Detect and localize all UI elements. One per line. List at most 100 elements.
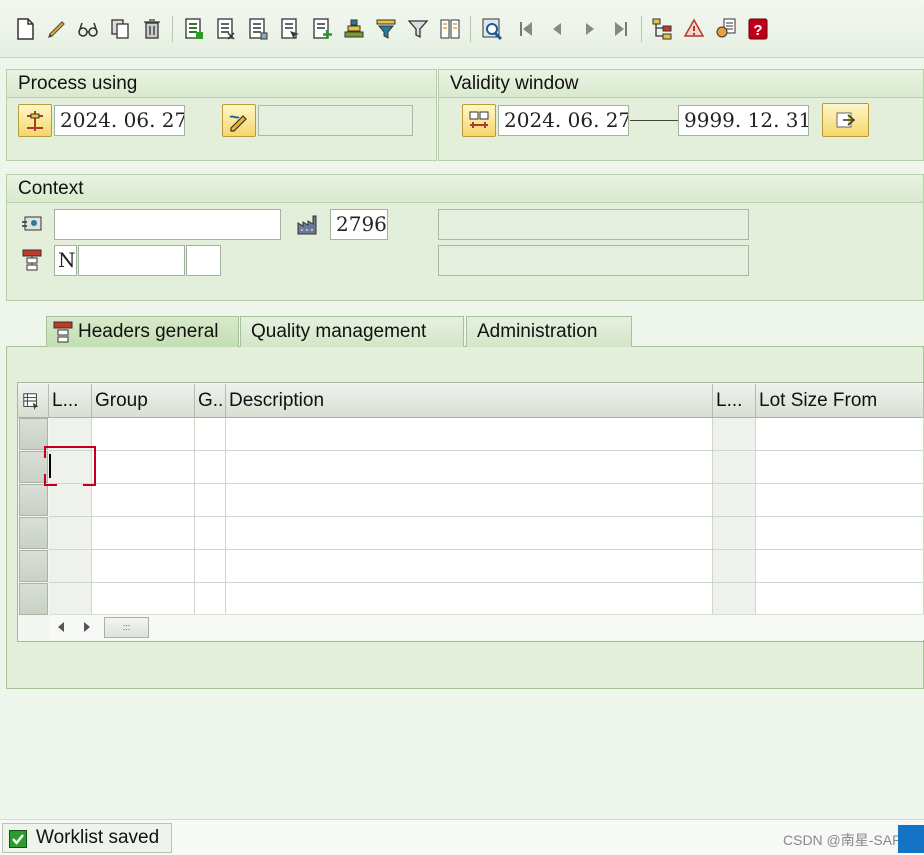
validity-date-button[interactable] xyxy=(462,104,496,137)
table-cell[interactable] xyxy=(92,550,195,583)
table-cell[interactable] xyxy=(195,583,226,616)
find-icon[interactable] xyxy=(480,16,504,42)
table-cell[interactable] xyxy=(195,517,226,550)
row-selector[interactable] xyxy=(19,484,48,516)
key-date-icon xyxy=(27,110,43,131)
column-header[interactable]: Group xyxy=(92,384,195,418)
display-glasses-icon[interactable] xyxy=(76,16,100,42)
key-date-field[interactable]: 2024. 06. 27 xyxy=(54,105,185,136)
columns-icon[interactable] xyxy=(438,16,462,42)
delete-trash-icon[interactable] xyxy=(140,16,164,42)
row-selector[interactable] xyxy=(19,451,48,483)
table-cell[interactable] xyxy=(713,451,756,484)
watermark-text: CSDN @南星-SAP xyxy=(783,832,902,848)
tab-administration[interactable]: Administration xyxy=(466,316,632,347)
set-filter-icon[interactable] xyxy=(406,16,430,42)
table-cell[interactable] xyxy=(713,517,756,550)
success-check-icon xyxy=(9,830,27,848)
column-header[interactable]: Description xyxy=(226,384,713,418)
scroll-left-icon[interactable] xyxy=(54,619,68,635)
table-cell[interactable] xyxy=(226,451,713,484)
table-cell[interactable] xyxy=(756,550,924,583)
table-cell[interactable] xyxy=(226,517,713,550)
table-cell[interactable] xyxy=(49,550,92,583)
table-cell[interactable] xyxy=(92,418,195,451)
last-page-icon[interactable] xyxy=(609,16,633,42)
tab-quality-management[interactable]: Quality management xyxy=(240,316,464,347)
table-cell[interactable] xyxy=(226,484,713,517)
table-cell[interactable] xyxy=(713,418,756,451)
row-selector[interactable] xyxy=(19,418,48,450)
table-cell[interactable] xyxy=(195,418,226,451)
key-date-button[interactable] xyxy=(18,104,52,137)
status-message-box[interactable]: Worklist saved xyxy=(2,823,172,853)
previous-page-icon[interactable] xyxy=(545,16,569,42)
change-number-button[interactable] xyxy=(222,104,256,137)
table-cell[interactable] xyxy=(195,451,226,484)
table-cell[interactable] xyxy=(195,550,226,583)
change-number-field[interactable] xyxy=(258,105,413,136)
scroll-thumb[interactable]: ::: xyxy=(104,617,149,638)
group-counter-field[interactable] xyxy=(186,245,221,276)
valid-from-field[interactable]: 2024. 06. 27 xyxy=(498,105,629,136)
table-settings-button[interactable] xyxy=(18,384,49,418)
table-cell[interactable] xyxy=(92,451,195,484)
where-used-icon[interactable] xyxy=(714,16,738,42)
select-all-icon[interactable] xyxy=(182,16,206,42)
application-toolbar: ? xyxy=(0,0,924,58)
table-cell[interactable] xyxy=(226,583,713,616)
table-cell[interactable] xyxy=(713,583,756,616)
tab-quality-management-label: Quality management xyxy=(251,321,427,342)
apply-validity-button[interactable] xyxy=(822,103,869,137)
details-icon[interactable] xyxy=(246,16,270,42)
table-cell[interactable] xyxy=(49,517,92,550)
table-cell[interactable] xyxy=(756,517,924,550)
first-page-icon[interactable] xyxy=(514,16,538,42)
table-cell[interactable] xyxy=(756,451,924,484)
sort-icon[interactable] xyxy=(342,16,366,42)
scroll-right-icon[interactable] xyxy=(80,619,94,635)
tab-headers-general-label: Headers general xyxy=(78,321,219,342)
table-cell[interactable] xyxy=(49,484,92,517)
column-header[interactable]: G.. xyxy=(195,384,226,418)
column-header[interactable]: L... xyxy=(713,384,756,418)
table-cell[interactable] xyxy=(226,550,713,583)
table-cell[interactable] xyxy=(92,583,195,616)
warning-icon[interactable] xyxy=(682,16,706,42)
tab-headers-general[interactable]: Headers general xyxy=(46,316,239,347)
hierarchy-icon[interactable] xyxy=(650,16,674,42)
group-field[interactable] xyxy=(78,245,185,276)
deselect-icon[interactable] xyxy=(214,16,238,42)
material-icon xyxy=(19,211,45,237)
table-cell[interactable] xyxy=(756,583,924,616)
table-cell[interactable] xyxy=(92,517,195,550)
horizontal-scrollbar[interactable] xyxy=(50,614,924,640)
new-document-icon[interactable] xyxy=(13,16,37,42)
help-icon[interactable]: ? xyxy=(746,16,770,42)
table-cell[interactable] xyxy=(195,484,226,517)
plant-factory-icon xyxy=(295,212,321,238)
next-page-icon[interactable] xyxy=(578,16,602,42)
plant-field[interactable]: 2796 xyxy=(330,209,388,240)
table-cell[interactable] xyxy=(756,484,924,517)
valid-to-field[interactable]: 9999. 12. 31 xyxy=(678,105,809,136)
insert-line-icon[interactable] xyxy=(310,16,334,42)
filter-icon[interactable] xyxy=(374,16,398,42)
table-cell[interactable] xyxy=(756,418,924,451)
row-selector[interactable] xyxy=(19,517,48,549)
table-cell[interactable] xyxy=(713,550,756,583)
edit-pencil-icon[interactable] xyxy=(44,16,68,42)
column-header[interactable]: L... xyxy=(49,384,92,418)
table-cell[interactable] xyxy=(226,418,713,451)
row-selector[interactable] xyxy=(19,550,48,582)
copy-icon[interactable] xyxy=(108,16,132,42)
table-cell[interactable] xyxy=(92,484,195,517)
choose-icon[interactable] xyxy=(278,16,302,42)
row-selector[interactable] xyxy=(19,583,48,615)
column-header[interactable]: Lot Size From xyxy=(756,384,924,418)
material-field[interactable] xyxy=(54,209,281,240)
table-cell[interactable] xyxy=(49,583,92,616)
task-list-type-field[interactable]: N xyxy=(54,245,77,276)
table-cell[interactable] xyxy=(713,484,756,517)
validity-window-title: Validity window xyxy=(439,70,923,98)
